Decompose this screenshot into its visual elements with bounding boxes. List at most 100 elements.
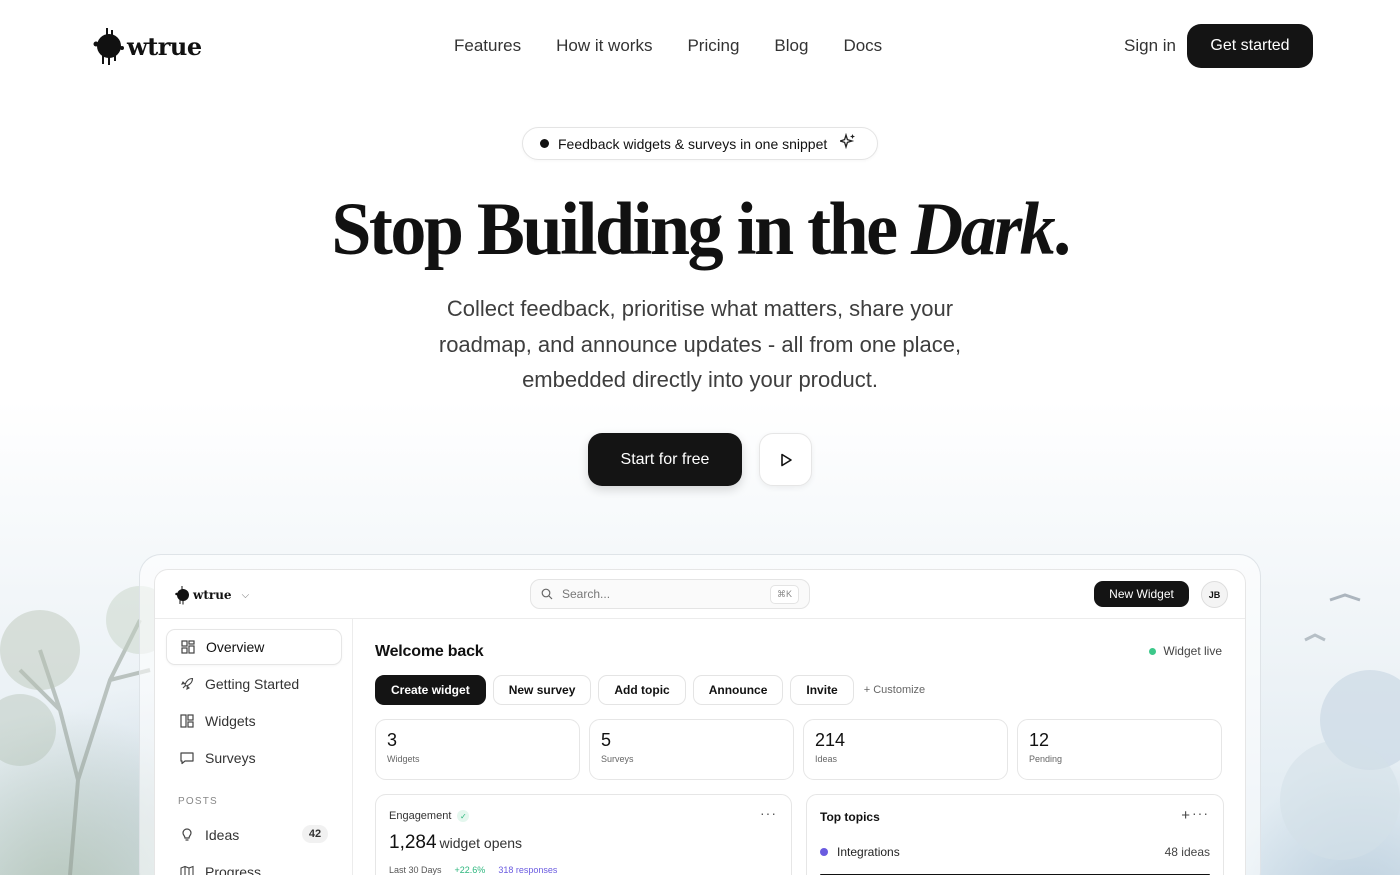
announcement-text: Feedback widgets & surveys in one snippe…: [558, 135, 828, 152]
stat-value: 214: [815, 730, 846, 750]
stat-value: 5: [601, 730, 612, 750]
widgets-icon: [180, 714, 194, 728]
headline-period: .: [1053, 186, 1071, 271]
stat-label: Widgets: [387, 754, 420, 764]
chat-bubble-icon: [180, 751, 194, 765]
play-icon: [780, 453, 792, 466]
logo-splat-icon: [175, 586, 189, 605]
nav-links: Features How it works Pricing Blog Docs: [454, 36, 882, 56]
get-started-button[interactable]: Get started: [1187, 24, 1313, 68]
app-logo-text: wtrue: [193, 588, 232, 602]
sidebar-item-label: Ideas: [205, 827, 240, 843]
sidebar-item-label: Surveys: [205, 750, 256, 766]
invite-button[interactable]: Invite: [790, 675, 854, 705]
app-topbar: wtrue ⌵ Search... ⌘K New Widget JB: [155, 570, 1245, 619]
sidebar-item-label: Overview: [206, 639, 265, 655]
status-dot-icon: [1149, 647, 1157, 655]
rocket-icon: [180, 677, 194, 691]
sidebar-section-posts: POSTS: [178, 796, 218, 807]
new-survey-button[interactable]: New survey: [492, 675, 592, 705]
status-text: Widget live: [1163, 644, 1222, 658]
add-icon[interactable]: +: [1181, 807, 1190, 824]
sign-in-link[interactable]: Sign in: [1124, 36, 1176, 56]
chevron-down-icon: ⌵: [241, 589, 250, 601]
sidebar-item-label: Widgets: [205, 713, 256, 729]
more-options-icon[interactable]: ···: [760, 805, 777, 821]
map-icon: [180, 865, 194, 875]
sidebar-item-overview[interactable]: Overview: [166, 629, 342, 665]
metric-unit: widget opens: [439, 835, 523, 851]
stat-card-widgets[interactable]: 3 Widgets: [375, 719, 580, 780]
count-badge: 42: [302, 825, 328, 843]
period-label: Last 30 Days: [389, 865, 442, 875]
app-workspace-switcher[interactable]: wtrue ⌵: [175, 585, 249, 605]
sidebar-item-widgets[interactable]: Widgets: [166, 703, 342, 739]
customize-link[interactable]: + Customize: [864, 684, 925, 696]
list-item[interactable]: Integrations 48 ideas: [820, 845, 1210, 859]
grid-icon: [181, 640, 195, 654]
search-icon: [541, 588, 553, 600]
stat-card-surveys[interactable]: 5 Surveys: [589, 719, 794, 780]
hero-headline: Stop Building in the Dark.: [0, 186, 1400, 273]
more-options-icon[interactable]: ···: [1192, 805, 1209, 821]
logo-text: wtrue: [127, 31, 202, 61]
nav-link-docs[interactable]: Docs: [843, 36, 882, 56]
tree-illustration-right: [1280, 593, 1400, 860]
brand-logo[interactable]: wtrue: [93, 26, 202, 66]
quick-actions: Create widget New survey Add topic Annou…: [375, 675, 925, 705]
announce-button[interactable]: Announce: [692, 675, 784, 705]
card-title: Engagement: [389, 810, 452, 822]
search-shortcut: ⌘K: [769, 585, 799, 604]
search-input[interactable]: Search... ⌘K: [530, 579, 810, 609]
add-topic-button[interactable]: Add topic: [598, 675, 686, 705]
stat-card-ideas[interactable]: 214 Ideas: [803, 719, 1008, 780]
start-for-free-button[interactable]: Start for free: [588, 433, 742, 486]
top-navigation: wtrue Features How it works Pricing Blog…: [93, 24, 1313, 68]
sparkle-icon: [838, 132, 856, 154]
headline-text: Stop Building in the: [331, 186, 912, 271]
topic-count: 48 ideas: [1164, 845, 1210, 859]
engagement-meta: Last 30 Days +22.6% 318 responses: [389, 865, 557, 875]
nav-link-how-it-works[interactable]: How it works: [556, 36, 652, 56]
status-badge: Widget live: [1149, 644, 1222, 658]
create-widget-button[interactable]: Create widget: [375, 675, 486, 705]
sidebar-item-label: Progress: [205, 864, 262, 875]
engagement-card: Engagement ✓ ··· 1,284 widget opens Last …: [375, 794, 792, 875]
topic-name: Integrations: [837, 845, 900, 859]
stat-value: 3: [387, 730, 398, 750]
new-widget-button[interactable]: New Widget: [1094, 581, 1189, 607]
change-value: +22.6%: [454, 865, 486, 875]
sidebar-item-surveys[interactable]: Surveys: [166, 740, 342, 776]
stat-value: 12: [1029, 730, 1050, 750]
app-sidebar: Overview Getting Started Widgets Surveys…: [155, 619, 353, 875]
bullet-dot-icon: [540, 139, 549, 148]
avatar[interactable]: JB: [1201, 581, 1228, 608]
engagement-metric: 1,284 widget opens: [389, 832, 522, 854]
search-placeholder: Search...: [562, 587, 611, 601]
card-header: Engagement ✓: [389, 810, 470, 822]
topic-dot-icon: [820, 848, 828, 856]
sidebar-item-getting-started[interactable]: Getting Started: [166, 666, 342, 702]
responses-count: 318 responses: [498, 865, 558, 875]
stat-card-pending[interactable]: 12 Pending: [1017, 719, 1222, 780]
sidebar-item-ideas[interactable]: Ideas 42: [166, 817, 342, 853]
nav-link-features[interactable]: Features: [454, 36, 521, 56]
stat-label: Ideas: [815, 754, 838, 764]
dashboard-preview: wtrue ⌵ Search... ⌘K New Widget JB Overv…: [154, 569, 1246, 875]
nav-link-pricing[interactable]: Pricing: [687, 36, 739, 56]
headline-italic-word: Dark: [911, 186, 1056, 271]
play-video-button[interactable]: [759, 433, 812, 486]
stat-label: Surveys: [601, 754, 634, 764]
check-icon: ✓: [457, 810, 470, 822]
stat-label: Pending: [1029, 754, 1063, 764]
card-title: Top topics: [820, 810, 880, 824]
announcement-pill[interactable]: Feedback widgets & surveys in one snippe…: [522, 127, 878, 160]
app-main: Welcome back Widget live Create widget N…: [354, 619, 1245, 875]
lightbulb-icon: [180, 828, 194, 842]
stats-row: 3 Widgets 5 Surveys 214 Ideas 12 Pending: [375, 719, 1222, 780]
sidebar-item-label: Getting Started: [205, 676, 300, 692]
sidebar-item-progress[interactable]: Progress: [166, 854, 342, 875]
metric-value: 1,284: [389, 832, 437, 853]
logo-splat-icon: [93, 28, 124, 65]
nav-link-blog[interactable]: Blog: [774, 36, 808, 56]
